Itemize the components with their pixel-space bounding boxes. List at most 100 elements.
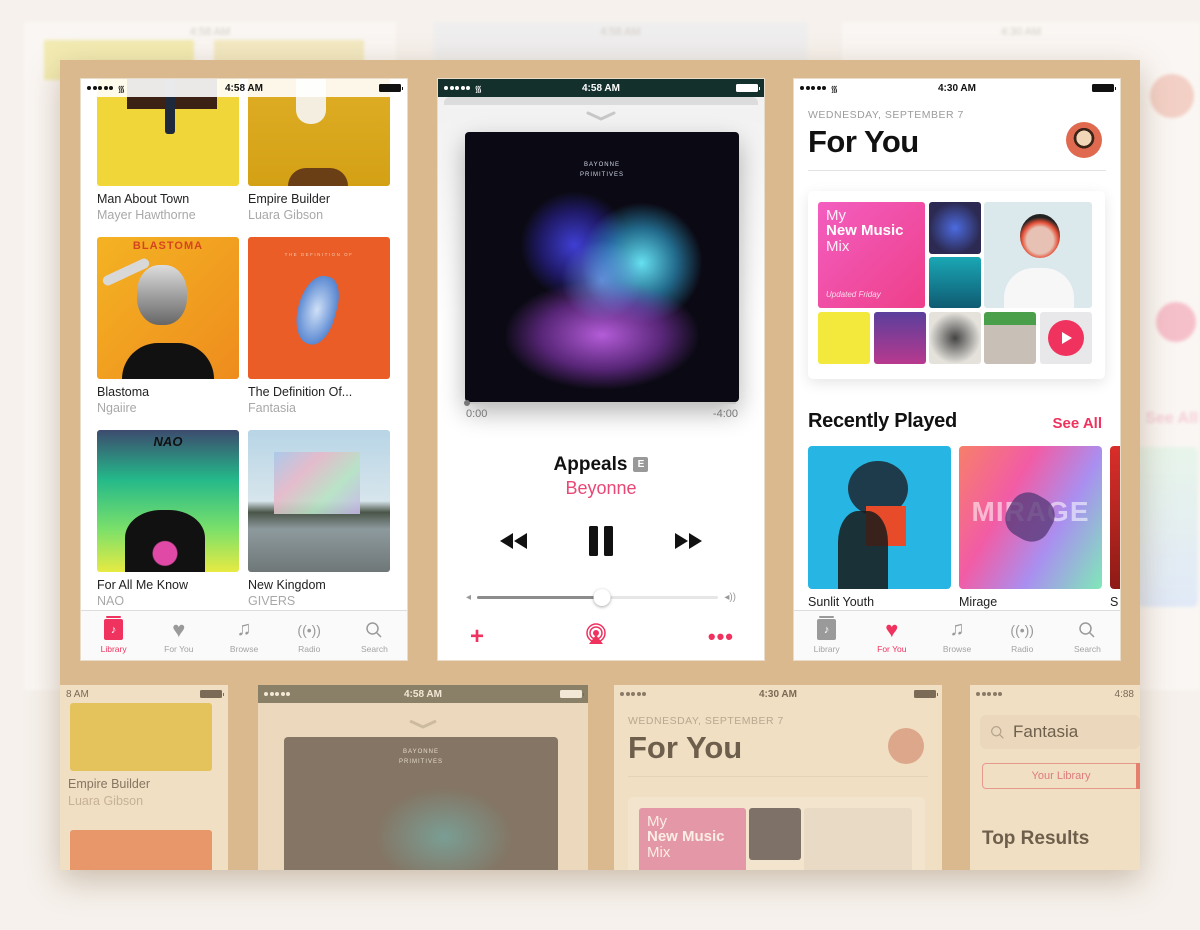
tab-browse[interactable]: ♫ Browse [211, 611, 276, 660]
now-playing-card: BAYONNE PRIMITIVES 0:00 -4:00 Appeals E B… [438, 97, 764, 660]
album-artwork: BAYONNE PRIMITIVES [465, 132, 739, 402]
album-title: Empire Builder [68, 777, 150, 791]
mix-tile [929, 312, 981, 364]
mix-tile [984, 312, 1036, 364]
album-artist: Luara Gibson [248, 208, 324, 222]
mix-tile [929, 257, 981, 308]
tab-label: Browse [229, 643, 259, 654]
new-music-mix-card[interactable]: My New Music Mix Updated Friday [808, 191, 1105, 379]
tab-label: Radio [1011, 643, 1034, 654]
album-item[interactable]: New Kingdom GIVERS [248, 430, 390, 608]
album-art: THE DEFINITION OF [248, 237, 390, 379]
mix-tile [874, 312, 926, 364]
tab-label: Library [100, 643, 127, 654]
tab-search[interactable]: Search [1055, 611, 1120, 660]
mix-tile [818, 312, 870, 364]
recently-played-heading: Recently Played [808, 410, 957, 432]
status-bar: 4:58 AM [258, 685, 588, 703]
pause-icon [589, 526, 613, 556]
see-all-link[interactable]: See All [1053, 415, 1102, 432]
battery-icon [914, 690, 938, 698]
collapse-chevron-icon [409, 719, 437, 729]
status-bar: ᯾ 4:30 AM [794, 79, 1120, 97]
volume-slider[interactable] [477, 588, 719, 606]
avatar[interactable] [1066, 122, 1102, 158]
background-time: 4:30 AM [1000, 26, 1042, 38]
fast-forward-button[interactable] [674, 532, 704, 550]
status-bar: 4:30 AM [614, 685, 942, 703]
battery-icon [379, 84, 403, 92]
explicit-badge: E [633, 457, 649, 472]
volume-thumb[interactable] [593, 588, 611, 606]
progress-scrubber[interactable] [464, 400, 736, 406]
heart-icon: ♥ [885, 616, 899, 642]
remaining-time: -4:00 [712, 408, 738, 420]
lower-search-preview: 4:88 Fantasia Your Library Top Results [970, 685, 1140, 870]
more-options-button[interactable]: ••• [708, 625, 734, 648]
recently-played-item[interactable]: S [1110, 446, 1120, 609]
battery-icon [200, 690, 224, 698]
tab-search[interactable]: Search [342, 611, 407, 660]
battery-icon [736, 84, 760, 92]
mix-title-line: Mix [647, 844, 671, 861]
album-artist: Fantasia [248, 401, 296, 415]
pause-button[interactable] [587, 525, 615, 557]
tab-library[interactable]: ♪ Library [794, 611, 859, 660]
status-time: 4:58 AM [225, 82, 263, 94]
mix-play-button[interactable] [1040, 312, 1092, 364]
playback-controls [438, 525, 764, 557]
cover-text: BAYONNE PRIMITIVES [465, 160, 739, 180]
cover-text-line: PRIMITIVES [579, 172, 624, 178]
mix-title-line: My [826, 207, 846, 224]
cover-text: BLASTOMA [132, 240, 204, 252]
tab-library[interactable]: ♪ Library [81, 611, 146, 660]
airplay-button[interactable] [585, 623, 607, 650]
for-you-screen: ᯾ 4:30 AM WEDNESDAY, SEPTEMBER 7 For You… [793, 78, 1121, 661]
library-screen: ᯾ 4:58 AM Man About Town Mayer Hawthorne [80, 78, 408, 661]
collapse-chevron-icon[interactable] [586, 111, 616, 121]
tab-for-you[interactable]: ♥ For You [859, 611, 924, 660]
tab-for-you[interactable]: ♥ For You [146, 611, 211, 660]
tab-bar: ♪ Library ♥ For You ♫ Browse ((•)) Radio… [794, 610, 1120, 660]
mix-updated: Updated Friday [826, 290, 881, 299]
track-artist[interactable]: Beyonne [438, 478, 764, 499]
search-icon [991, 725, 1004, 739]
tab-bar: ♪ Library ♥ For You ♫ Browse ((•)) Radio… [81, 610, 407, 660]
heart-icon: ♥ [172, 616, 186, 642]
album-item[interactable]: THE DEFINITION OF The Definition Of... F… [248, 237, 390, 415]
album-item[interactable]: NAO For All Me Know NAO [97, 430, 239, 608]
status-bar: ᯾ 4:58 AM [81, 79, 407, 97]
lower-now-playing-preview: 4:58 AM BAYONNE PRIMITIVES [258, 685, 588, 870]
tab-radio[interactable]: ((•)) Radio [277, 611, 342, 660]
album-title: The Definition Of... [248, 385, 353, 399]
tab-browse[interactable]: ♫ Browse [924, 611, 989, 660]
mix-title-line: Mix [826, 238, 850, 255]
your-library-segment[interactable]: Your Library [982, 763, 1140, 789]
album-title: New Kingdom [248, 578, 326, 592]
progress-knob[interactable] [464, 400, 470, 406]
radio-icon: ((•)) [1010, 621, 1034, 638]
cover-text-line: BAYONNE [403, 749, 439, 755]
recently-played-item[interactable]: MIRAGE Mirage [959, 446, 1102, 609]
volume-high-icon: ◂)) [724, 591, 736, 603]
date-label: WEDNESDAY, SEPTEMBER 7 [628, 715, 784, 727]
add-button[interactable]: + [470, 624, 484, 649]
music-note-icon: ♫ [949, 618, 965, 640]
tab-label: Radio [298, 643, 321, 654]
rewind-button[interactable] [498, 532, 528, 550]
item-title: Sunlit Youth [808, 595, 875, 609]
recently-played-item[interactable]: Sunlit Youth [808, 446, 951, 609]
page-title: For You [628, 730, 743, 765]
tab-radio[interactable]: ((•)) Radio [990, 611, 1055, 660]
battery-icon [1092, 84, 1116, 92]
search-input[interactable]: Fantasia [980, 715, 1140, 749]
mix-title-line: New Music [647, 828, 725, 845]
background-time: 4:58 AM [189, 26, 231, 38]
volume-control: ◂ ◂)) [466, 588, 736, 606]
album-item[interactable]: BLASTOMA Blastoma Ngaiire [97, 237, 239, 415]
album-item[interactable]: Empire Builder Luara Gibson [248, 79, 390, 222]
album-title: Blastoma [97, 385, 150, 399]
library-icon: ♪ [817, 616, 837, 640]
album-art: BLASTOMA [97, 237, 239, 379]
album-item[interactable]: Man About Town Mayer Hawthorne [97, 79, 239, 222]
